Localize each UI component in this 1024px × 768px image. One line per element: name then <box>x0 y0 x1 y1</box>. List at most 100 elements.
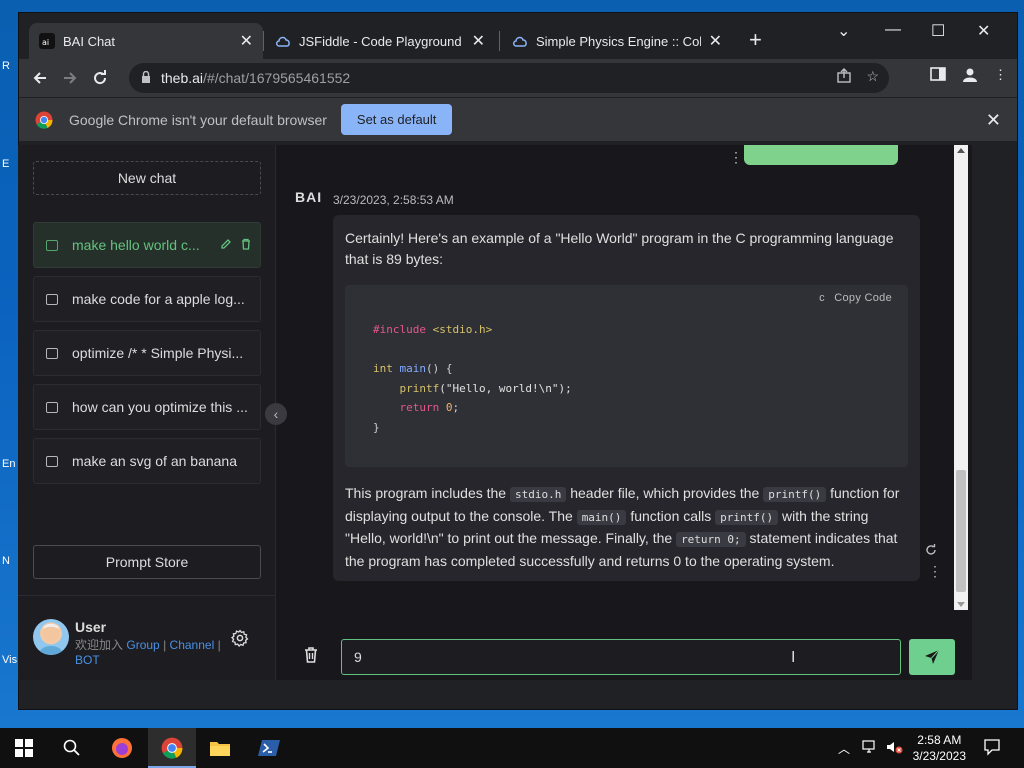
cloud-icon <box>275 33 291 49</box>
group-link[interactable]: Group <box>126 638 159 652</box>
sidebar: New chat make hello world c... make code… <box>18 145 276 680</box>
search-icon[interactable] <box>60 736 84 760</box>
user-name: User <box>75 619 107 635</box>
new-tab-icon[interactable]: + <box>749 27 762 53</box>
window-close-icon[interactable]: ✕ <box>977 21 990 41</box>
inline-code: printf() <box>715 509 779 525</box>
message-options-kebab-icon[interactable]: ⋮ <box>729 149 743 166</box>
text-run: function calls <box>626 507 716 524</box>
code-block: c Copy Code #include <stdio.h> int main(… <box>345 285 908 467</box>
chat-bubble-icon <box>46 347 58 359</box>
tab-separator <box>263 31 264 51</box>
message-intro: Certainly! Here's an example of a "Hello… <box>345 230 894 267</box>
bot-link[interactable]: BOT <box>75 653 100 667</box>
text-run: header file, which provides the <box>566 485 764 501</box>
close-icon[interactable]: ✕ <box>240 31 253 51</box>
volume-muted-icon[interactable] <box>886 740 904 757</box>
desktop-icon-label: Vis <box>2 654 18 666</box>
code-content: #include <stdio.h> int main() { printf("… <box>373 320 572 437</box>
chat-item-label: how can you optimize this ... <box>72 399 248 415</box>
share-icon[interactable] <box>836 68 852 87</box>
notification-icon[interactable] <box>983 738 1001 759</box>
settings-gear-icon[interactable] <box>231 629 249 650</box>
sidebar-divider <box>18 595 276 596</box>
powershell-icon[interactable] <box>257 736 281 760</box>
tab-physics-engine[interactable]: Simple Physics Engine :: Collision ✕ <box>502 23 732 59</box>
scroll-up-arrow-icon[interactable] <box>957 148 965 153</box>
chrome-icon[interactable] <box>160 736 184 760</box>
code-token: ; <box>452 401 460 414</box>
tab-title: BAI Chat <box>63 33 116 49</box>
scroll-down-arrow-icon[interactable] <box>957 602 965 607</box>
chat-item-label: make code for a apple log... <box>72 291 245 307</box>
taskbar-clock[interactable]: 2:58 AM 3/23/2023 <box>913 732 966 764</box>
bot-name: BAI <box>295 189 323 205</box>
back-arrow-icon[interactable] <box>25 63 55 93</box>
link-separator: | <box>163 638 167 652</box>
chat-item-optimize-this[interactable]: how can you optimize this ... <box>33 384 261 430</box>
chat-message-input[interactable] <box>341 639 901 675</box>
bookmark-star-icon[interactable]: ☆ <box>866 68 879 87</box>
tab-jsfiddle[interactable]: JSFiddle - Code Playground ✕ <box>265 23 495 59</box>
channel-link[interactable]: Channel <box>170 638 215 652</box>
code-token: 0 <box>445 401 453 414</box>
maximize-icon[interactable]: ☐ <box>931 21 945 41</box>
avatar <box>33 619 69 655</box>
desktop-icon-label: R <box>2 60 10 72</box>
send-arrow-icon <box>925 649 940 664</box>
address-bar[interactable]: theb.ai/#/chat/1679565461552 ☆ <box>129 63 889 93</box>
minimize-icon[interactable]: — <box>885 21 901 39</box>
prompt-store-button[interactable]: Prompt Store <box>33 545 261 579</box>
desktop-icon-label: En <box>2 458 16 470</box>
tab-bai-chat[interactable]: ai BAI Chat ✕ <box>29 23 263 59</box>
chat-item-label: make hello world c... <box>72 237 200 253</box>
network-icon[interactable] <box>862 740 878 757</box>
firefox-icon[interactable] <box>110 736 134 760</box>
chat-item-hello-world[interactable]: make hello world c... <box>33 222 261 268</box>
set-as-default-button[interactable]: Set as default <box>340 104 453 135</box>
infobar-close-icon[interactable]: ✕ <box>986 110 1001 131</box>
user-message-bubble <box>744 145 898 165</box>
code-token: ("Hello, world!\n"); <box>439 381 572 395</box>
copy-code-button[interactable]: Copy Code <box>834 292 892 304</box>
clock-time: 2:58 AM <box>917 733 962 747</box>
forward-arrow-icon[interactable] <box>55 63 85 93</box>
file-explorer-folder-icon[interactable] <box>208 736 232 760</box>
clear-chat-trash-icon[interactable] <box>302 646 320 667</box>
infobar-message: Google Chrome isn't your default browser <box>69 111 327 128</box>
side-panel-icon[interactable] <box>930 67 946 86</box>
default-browser-infobar: Google Chrome isn't your default browser… <box>19 97 1017 141</box>
tab-strip: ai BAI Chat ✕ JSFiddle - Code Playground… <box>19 13 1017 59</box>
browser-toolbar: theb.ai/#/chat/1679565461552 ☆ ⋮ <box>19 59 1017 97</box>
new-chat-button[interactable]: New chat <box>33 161 261 195</box>
message-timestamp: 3/23/2023, 2:58:53 AM <box>333 193 454 207</box>
inline-code: return 0; <box>676 532 746 547</box>
scroll-thumb[interactable] <box>956 470 966 592</box>
message-options-kebab-icon[interactable]: ⋮ <box>928 563 942 580</box>
reload-icon[interactable] <box>85 63 115 93</box>
tray-chevron-up-icon[interactable]: ︿ <box>838 740 850 757</box>
edit-pencil-icon[interactable] <box>220 237 232 253</box>
code-token: main <box>399 362 427 375</box>
url-path: /#/chat/1679565461552 <box>203 70 351 86</box>
svg-text:ai: ai <box>42 38 49 47</box>
tab-search-chevron-icon[interactable]: ⌄ <box>837 21 850 41</box>
message-explanation: This program includes the stdio.h header… <box>345 483 910 572</box>
send-button[interactable] <box>909 639 955 675</box>
windows-start-icon[interactable] <box>12 736 36 760</box>
profile-icon[interactable] <box>962 67 978 86</box>
chat-item-optimize-physics[interactable]: optimize /* * Simple Physi... <box>33 330 261 376</box>
close-icon[interactable]: ✕ <box>472 31 485 51</box>
code-token: int <box>373 362 393 375</box>
chat-scrollbar[interactable] <box>954 145 968 610</box>
chat-item-apple-logo[interactable]: make code for a apple log... <box>33 276 261 322</box>
code-language: c <box>819 292 825 304</box>
windows-taskbar: ︿ 2:58 AM 3/23/2023 <box>0 728 1024 768</box>
regenerate-refresh-icon[interactable] <box>925 543 937 559</box>
chat-bubble-icon <box>46 293 58 305</box>
menu-kebab-icon[interactable]: ⋮ <box>994 67 1007 86</box>
close-icon[interactable]: ✕ <box>709 31 722 51</box>
delete-trash-icon[interactable] <box>240 237 252 253</box>
code-token: } <box>373 420 380 434</box>
chat-item-svg-banana[interactable]: make an svg of an banana <box>33 438 261 484</box>
